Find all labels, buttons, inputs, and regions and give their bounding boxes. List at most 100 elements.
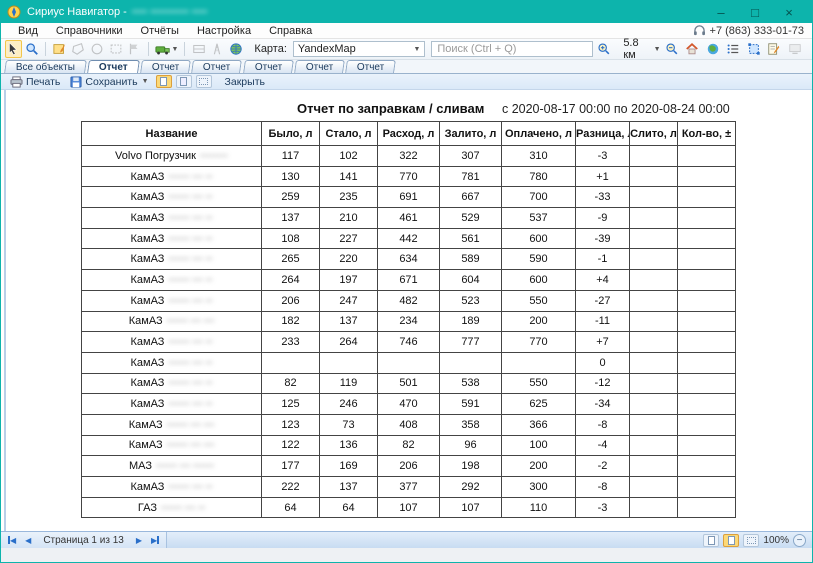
vehicle-tool-icon[interactable]: ▼ (154, 40, 180, 58)
value-cell: 122 (262, 435, 320, 456)
prev-page-icon[interactable]: ◀ (22, 536, 34, 545)
last-page-icon[interactable]: ▶ (148, 536, 162, 545)
multi-page-view-button[interactable] (176, 75, 192, 88)
column-header: Залито, л (440, 122, 502, 146)
value-cell (678, 311, 736, 332)
maximize-icon[interactable]: □ (738, 1, 772, 23)
table-row[interactable]: КамАЗ•••••• ••• •• 108227442561600-39 (82, 228, 736, 249)
zoom-out-icon[interactable] (663, 40, 682, 58)
tab-strip: Все объектыОтчетОтчетОтчетОтчетОтчетОтче… (1, 60, 812, 74)
vehicle-name-cell: КамАЗ•••••• ••• ••• (82, 414, 262, 435)
single-page-view-button[interactable] (156, 75, 172, 88)
edit-map-icon[interactable] (51, 40, 68, 58)
report-tab[interactable]: Отчет (294, 60, 345, 73)
pointer-tool-icon[interactable] (5, 40, 22, 58)
selection-rect-icon[interactable] (745, 40, 764, 58)
table-row[interactable]: КамАЗ•••••• ••• •• 0 (82, 352, 736, 373)
report-tab[interactable]: Отчет (87, 60, 140, 73)
page-layout-view-button[interactable] (723, 534, 739, 547)
value-cell: 119 (320, 373, 378, 394)
value-cell: 589 (440, 249, 502, 270)
redacted-plate: •••••• ••• ••• (167, 440, 215, 451)
zoom-out-slider-icon[interactable]: − (793, 534, 806, 547)
close-icon[interactable]: × (772, 1, 806, 23)
list-icon[interactable] (724, 40, 743, 58)
table-row[interactable]: КамАЗ•••••• ••• •• 82119501538550-12 (82, 373, 736, 394)
table-row[interactable]: КамАЗ•••••• ••• •• 259235691667700-33 (82, 187, 736, 208)
report-tab[interactable]: Все объекты (4, 60, 87, 73)
value-cell: 322 (378, 146, 440, 167)
value-cell: 64 (320, 497, 378, 518)
next-page-icon[interactable]: ▶ (133, 536, 145, 545)
table-row[interactable]: Volvo Погрузчик•••••••• 117102322307310-… (82, 146, 736, 167)
vehicle-name-cell: КамАЗ•••••• ••• ••• (82, 435, 262, 456)
table-row[interactable]: ГАЗ•••••• ••• •• 6464107107110-3 (82, 497, 736, 518)
table-row[interactable]: КамАЗ•••••• ••• •• 130141770781780+1 (82, 166, 736, 187)
close-report-button[interactable]: Закрыть (222, 76, 268, 88)
value-cell: 73 (320, 414, 378, 435)
menu-item[interactable]: Вид (9, 25, 47, 37)
column-header: Было, л (262, 122, 320, 146)
value-cell: 671 (378, 270, 440, 291)
table-row[interactable]: КамАЗ•••••• ••• ••• 182137234189200-11 (82, 311, 736, 332)
report-tab[interactable]: Отчет (191, 60, 242, 73)
normal-view-button[interactable] (703, 534, 719, 547)
search-input[interactable]: Поиск (Ctrl + Q) (431, 41, 592, 57)
zoom-in-icon[interactable] (595, 40, 614, 58)
value-cell: 358 (440, 414, 502, 435)
table-row[interactable]: КамАЗ•••••• ••• •• 264197671604600+4 (82, 270, 736, 291)
vehicle-name-cell: КамАЗ•••••• ••• •• (82, 394, 262, 415)
globe-icon[interactable] (704, 40, 723, 58)
table-row[interactable]: КамАЗ•••••• ••• •• 125246470591625-34 (82, 394, 736, 415)
value-cell: 590 (502, 249, 576, 270)
report-tab[interactable]: Отчет (243, 60, 294, 73)
menu-item[interactable]: Справка (260, 25, 321, 37)
notepad-edit-icon[interactable] (765, 40, 784, 58)
table-row[interactable]: КамАЗ•••••• ••• •• 206247482523550-27 (82, 290, 736, 311)
value-cell: 259 (262, 187, 320, 208)
table-row[interactable]: КамАЗ•••••• ••• •• 137210461529537-9 (82, 208, 736, 229)
table-row[interactable]: КамАЗ•••••• ••• •• 222137377292300-8 (82, 477, 736, 498)
save-button[interactable]: Сохранить ▼ (67, 76, 151, 88)
value-cell: 310 (502, 146, 576, 167)
polygon-tool-icon (70, 40, 87, 58)
table-row[interactable]: КамАЗ•••••• ••• •• 233264746777770+7 (82, 332, 736, 353)
report-tab[interactable]: Отчет (140, 60, 191, 73)
redacted-plate: •••••• ••• •• (168, 234, 212, 245)
search-placeholder: Поиск (Ctrl + Q) (437, 43, 516, 55)
report-tab[interactable]: Отчет (346, 60, 397, 73)
value-cell: 265 (262, 249, 320, 270)
thumbnails-view-button[interactable] (743, 534, 759, 547)
first-page-icon[interactable]: ◀ (5, 536, 19, 545)
value-cell: 700 (502, 187, 576, 208)
column-header: Стало, л (320, 122, 378, 146)
window-bottom-edge (1, 548, 812, 563)
fit-width-view-button[interactable] (196, 75, 212, 88)
menu-item[interactable]: Отчёты (132, 25, 188, 37)
track-tool-icon (190, 40, 207, 58)
value-cell (678, 414, 736, 435)
value-cell: 200 (502, 311, 576, 332)
caret-down-icon: ▼ (172, 46, 179, 53)
home-icon[interactable] (683, 40, 702, 58)
table-row[interactable]: КамАЗ•••••• ••• ••• 12373408358366-8 (82, 414, 736, 435)
save-icon (70, 76, 82, 88)
table-row[interactable]: МАЗ•••••• ••• •••••• 177169206198200-2 (82, 456, 736, 477)
vehicle-name-cell: ГАЗ•••••• ••• •• (82, 497, 262, 518)
value-cell: 264 (262, 270, 320, 291)
table-row[interactable]: КамАЗ•••••• ••• ••• 1221368296100-4 (82, 435, 736, 456)
minimize-icon[interactable]: – (704, 1, 738, 23)
menu-item[interactable]: Настройка (188, 25, 260, 37)
value-cell (678, 166, 736, 187)
value-cell: 108 (262, 228, 320, 249)
value-cell: 264 (320, 332, 378, 353)
value-cell (678, 228, 736, 249)
zoom-area-icon[interactable] (24, 40, 41, 58)
value-cell: -8 (576, 414, 630, 435)
geozone-globe-icon[interactable] (228, 40, 245, 58)
table-row[interactable]: КамАЗ•••••• ••• •• 265220634589590-1 (82, 249, 736, 270)
menu-item[interactable]: Справочники (47, 25, 132, 37)
map-scale-dropdown[interactable]: 5.8 км ▼ (623, 37, 660, 61)
map-type-select[interactable]: YandexMap ▼ (293, 41, 425, 57)
print-button[interactable]: Печать (7, 76, 63, 88)
